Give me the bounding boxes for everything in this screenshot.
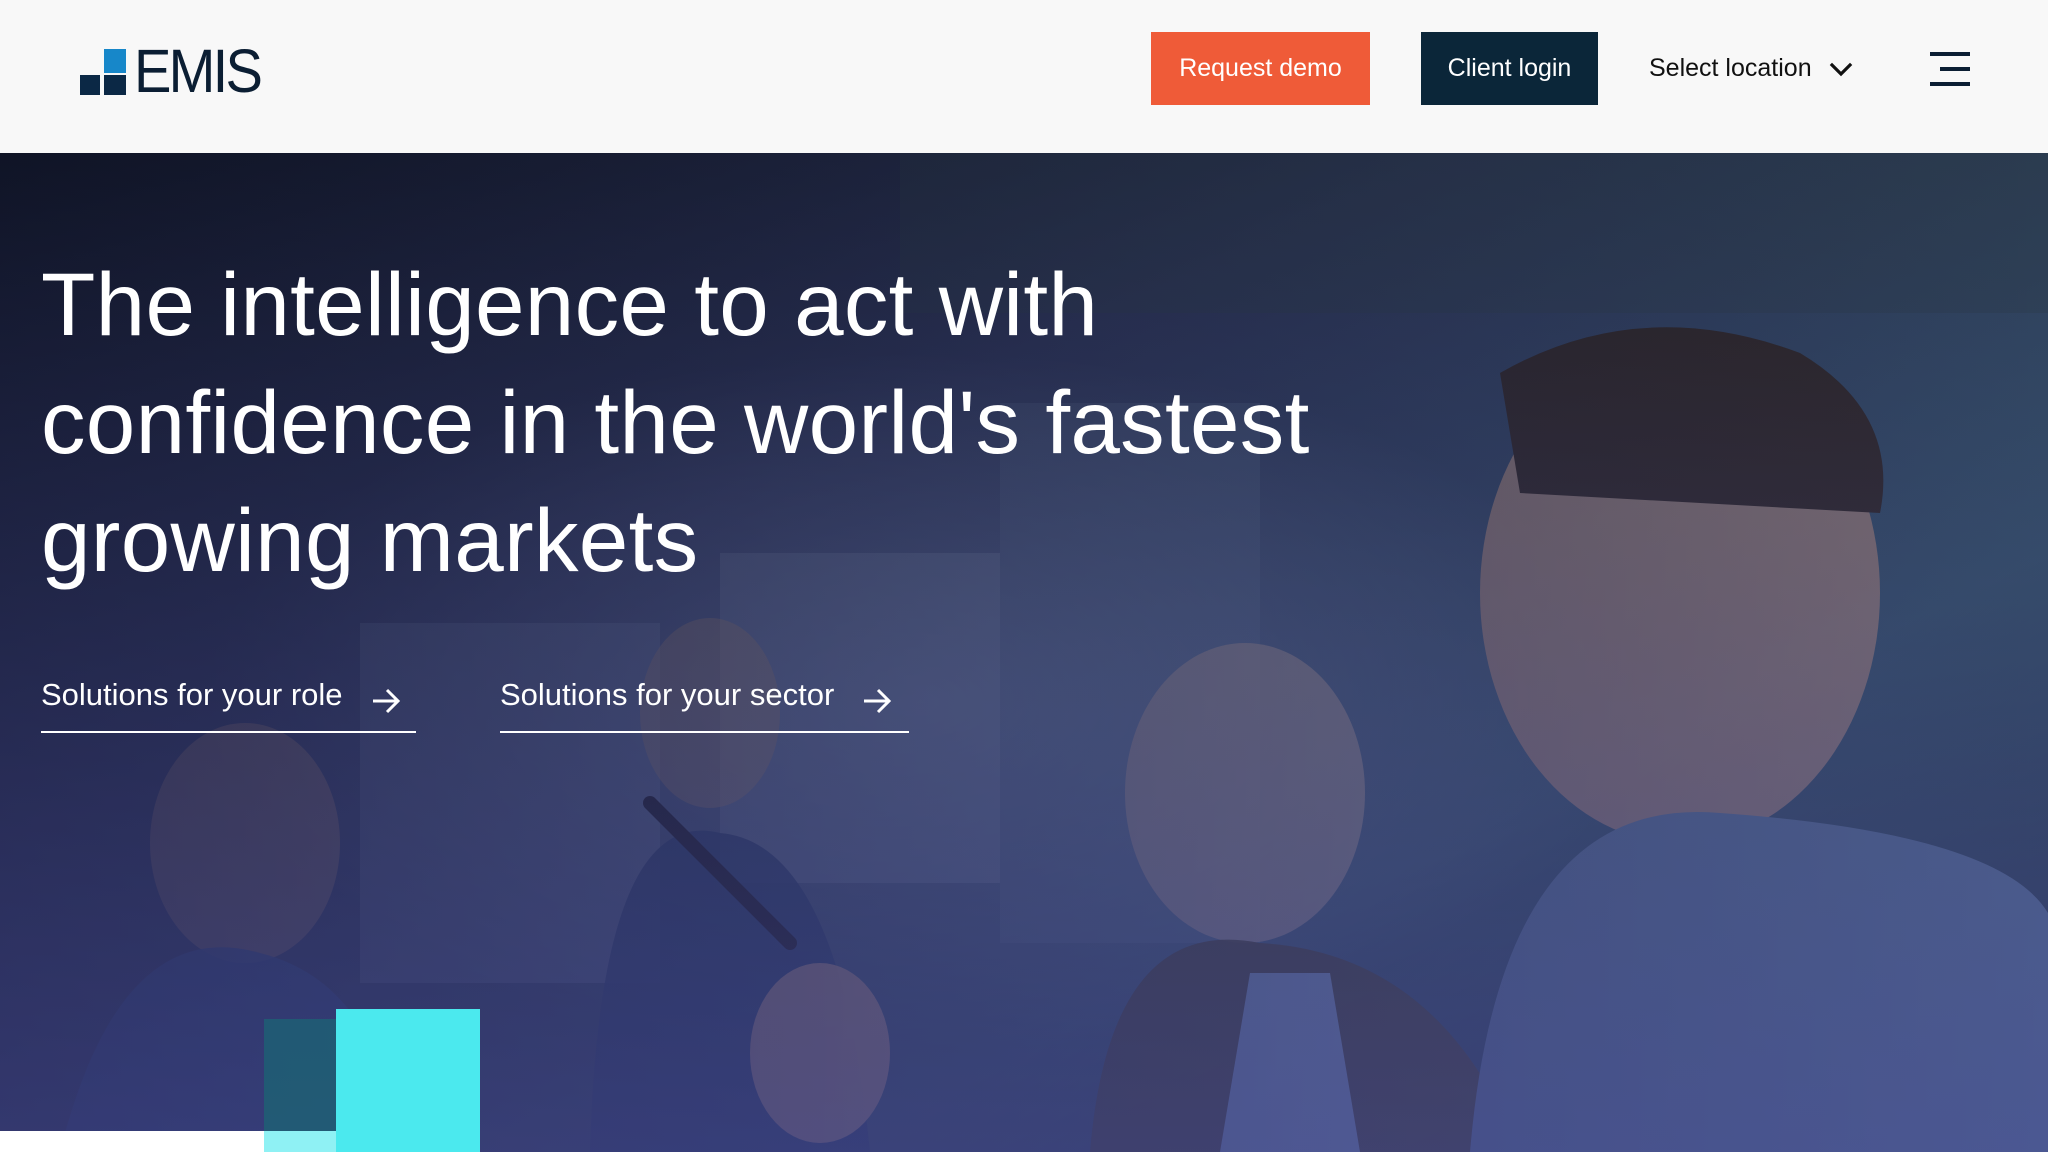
logo-text: EMIS (134, 36, 263, 105)
solutions-for-role-label: Solutions for your role (41, 677, 343, 712)
solutions-for-sector-link[interactable]: Solutions for your sector (500, 675, 909, 733)
hero-title: The intelligence to act with confidence … (41, 245, 1441, 599)
hamburger-menu-icon[interactable] (1928, 50, 1970, 88)
solutions-for-role-link[interactable]: Solutions for your role (41, 675, 416, 733)
select-location-label: Select location (1649, 54, 1812, 82)
decorative-cyan-strip (264, 1131, 336, 1152)
hero-title-line-3: growing markets (41, 490, 699, 590)
solutions-for-sector-label: Solutions for your sector (500, 677, 835, 712)
page: EMIS Request demo Client login Select lo… (0, 0, 2048, 1152)
hero-title-line-2: confidence in the world's fastest (41, 372, 1310, 472)
client-login-button[interactable]: Client login (1421, 32, 1598, 105)
emis-logo-mark-icon (80, 47, 128, 95)
decorative-white-strip (0, 1131, 264, 1152)
select-location-dropdown[interactable]: Select location (1649, 32, 1854, 105)
hero-section: The intelligence to act with confidence … (0, 153, 2048, 1152)
chevron-down-icon (1829, 62, 1852, 76)
arrow-right-icon (864, 688, 892, 714)
site-header: EMIS Request demo Client login Select lo… (0, 0, 2048, 153)
hero-title-line-1: The intelligence to act with (41, 254, 1099, 354)
request-demo-button[interactable]: Request demo (1151, 32, 1370, 105)
decorative-cyan-block (336, 1009, 480, 1152)
arrow-right-icon (372, 688, 400, 714)
emis-logo[interactable]: EMIS (80, 40, 271, 101)
